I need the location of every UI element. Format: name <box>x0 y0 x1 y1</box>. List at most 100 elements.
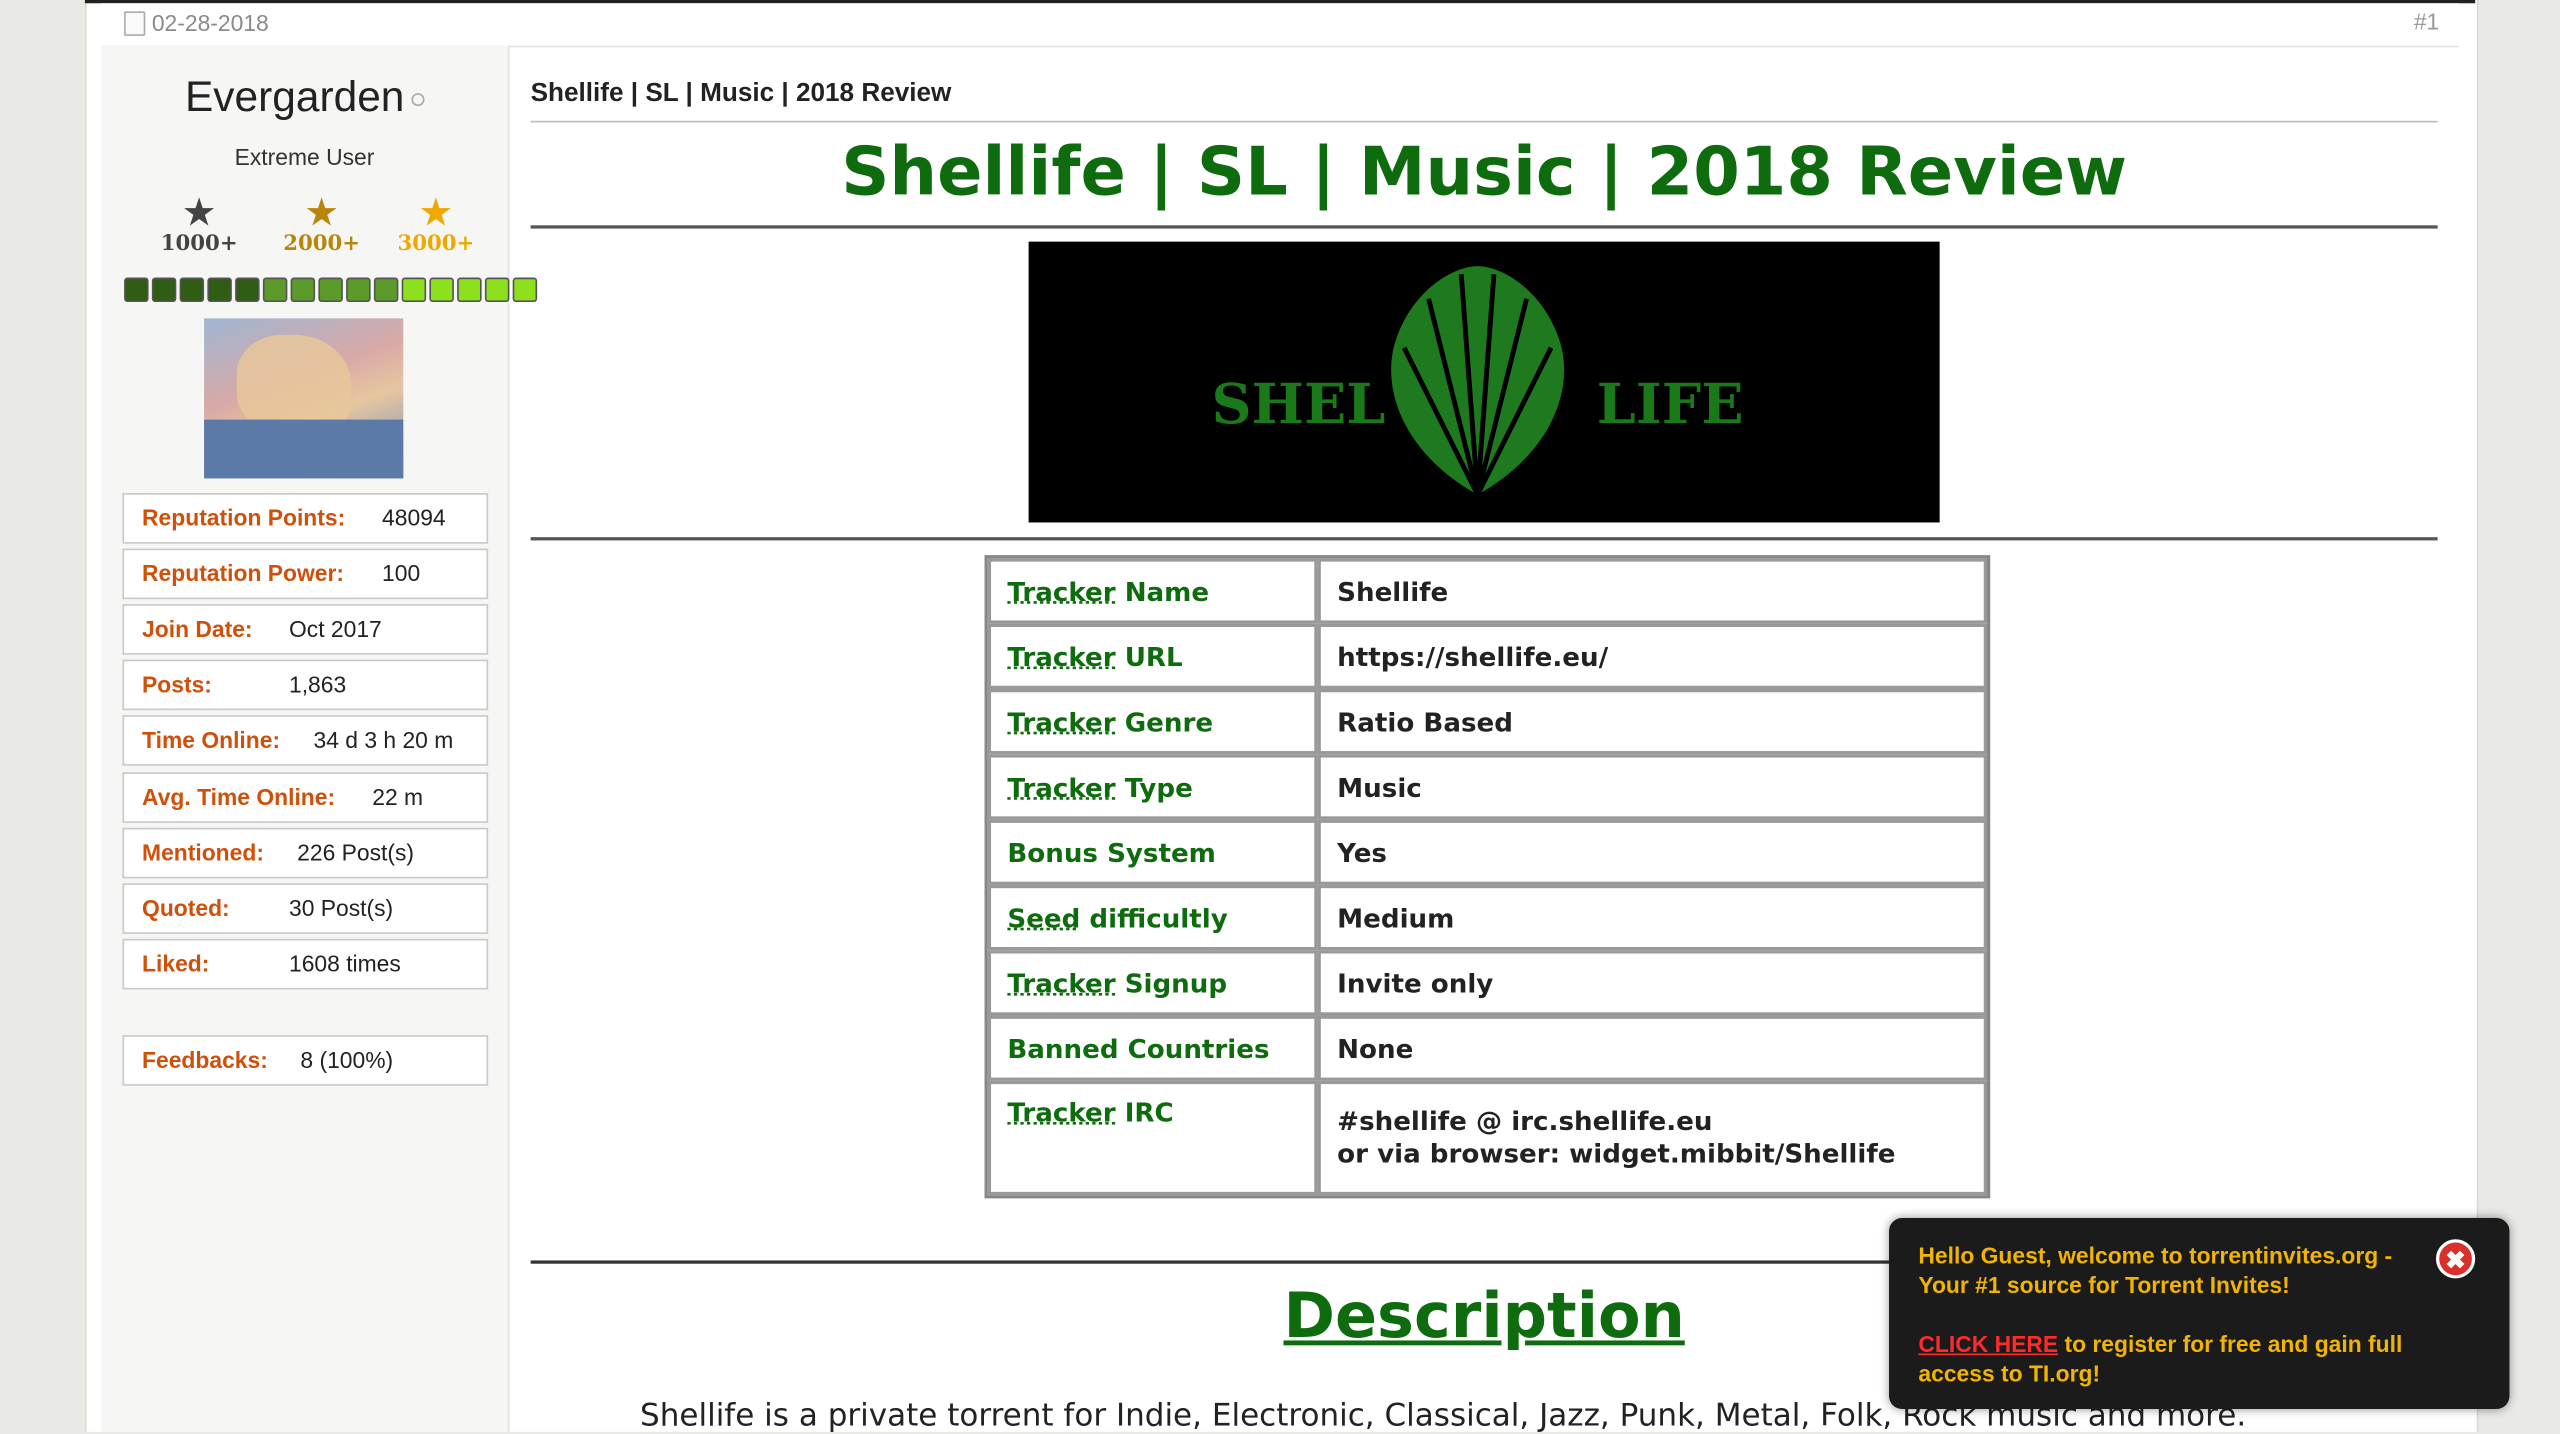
avatar-arm <box>204 419 404 479</box>
stat-key: Join Date: <box>142 615 253 642</box>
username-text[interactable]: Evergarden <box>185 72 404 121</box>
post-date-text: 02-28-2018 <box>151 9 269 36</box>
reputation-segment <box>373 277 399 303</box>
stat-avg-time-online: Avg. Time Online: 22 m <box>122 772 489 823</box>
row-key: Tracker IRC <box>987 1080 1318 1196</box>
table-row: Banned Countries None <box>987 1015 1987 1081</box>
reputation-segment <box>512 277 538 303</box>
row-key: Tracker Type <box>987 754 1318 820</box>
row-key: Tracker Signup <box>987 950 1318 1016</box>
reputation-segment <box>235 277 260 303</box>
tracker-keyword-link[interactable]: Tracker <box>1007 576 1115 607</box>
stat-quoted: Quoted: 30 Post(s) <box>122 883 489 934</box>
irc-browser: or via browser: widget.mibbit/Shellife <box>1337 1137 1896 1170</box>
seed-keyword-link[interactable]: Seed <box>1007 902 1080 933</box>
row-key-text: IRC <box>1115 1097 1174 1129</box>
row-value: Shellife <box>1317 558 1987 624</box>
row-key-text: Genre <box>1115 706 1214 738</box>
stat-value: Oct 2017 <box>288 615 382 642</box>
stat-value: 100 <box>382 560 421 587</box>
table-row: Seed difficultly Medium <box>987 884 1987 951</box>
row-key-text: Signup <box>1115 967 1228 999</box>
tracker-keyword-link[interactable]: Tracker <box>1007 771 1115 802</box>
click-here-link[interactable]: CLICK HERE <box>1918 1331 2058 1357</box>
reputation-segment <box>124 277 149 303</box>
stat-value[interactable]: 30 Post(s) <box>289 885 393 932</box>
stat-key: Liked: <box>142 950 210 977</box>
table-row: Tracker Name Shellife <box>987 558 1987 624</box>
reputation-segment <box>262 277 288 303</box>
row-key: Banned Countries <box>987 1015 1318 1081</box>
user-info-panel: Evergarden Extreme User ★ 1000+ ★ 2000+ … <box>101 45 538 1432</box>
irc-channel: #shellife @ irc.shellife.eu <box>1337 1105 1713 1137</box>
tracker-keyword-link[interactable]: Tracker <box>1007 706 1115 737</box>
tracker-keyword-link[interactable]: Tracker <box>1007 641 1115 672</box>
avatar-hair <box>236 334 352 433</box>
stat-value: 22 m <box>372 783 424 810</box>
row-value: https://shellife.eu/ <box>1317 623 1987 689</box>
stat-key: Feedbacks: <box>142 1046 268 1073</box>
row-key: Tracker URL <box>987 623 1318 689</box>
stat-feedbacks[interactable]: Feedbacks: 8 (100%) <box>122 1035 489 1086</box>
award-label: 3000+ <box>397 231 475 257</box>
stat-reputation-power: Reputation Power: 100 <box>122 548 489 600</box>
shell-icon <box>1391 266 1565 496</box>
stat-value: 1608 times <box>288 950 401 977</box>
post-header-bar: 02-28-2018 #1 <box>101 3 2459 48</box>
row-key-text: Type <box>1115 771 1193 803</box>
stat-key: Time Online: <box>142 726 281 753</box>
stat-key: Reputation Power: <box>142 560 344 587</box>
tracker-keyword-link[interactable]: Tracker <box>1007 967 1115 998</box>
reputation-segment <box>179 277 205 303</box>
shellife-logo-banner: SHEL LIFE <box>1028 241 1940 523</box>
reputation-segment <box>401 277 427 303</box>
stat-time-online: Time Online: 34 d 3 h 20 m <box>122 715 489 766</box>
popup-register-text: CLICK HERE to register for free and gain… <box>1918 1329 2473 1388</box>
stat-key: Posts: <box>142 671 212 698</box>
stat-value: 1,863 <box>288 671 347 698</box>
star-icon: ★ <box>418 191 454 236</box>
award-label: 2000+ <box>283 231 361 257</box>
divider <box>530 537 2438 541</box>
award-badges: ★ 1000+ ★ 2000+ ★ 3000+ <box>150 191 493 258</box>
post-date: 02-28-2018 <box>124 10 269 36</box>
reputation-segment <box>290 277 316 303</box>
divider <box>530 225 2438 229</box>
table-row: Tracker Type Music <box>987 754 1987 820</box>
divider <box>530 120 2438 123</box>
stat-key: Reputation Points: <box>142 504 346 531</box>
award-3000: ★ 3000+ <box>387 191 485 257</box>
reputation-segment <box>457 277 482 303</box>
stat-value: 48094 <box>382 504 446 531</box>
row-value: Yes <box>1317 819 1987 885</box>
guest-welcome-popup: Hello Guest, welcome to torrentinvites.o… <box>1889 1217 2510 1410</box>
stat-mentioned: Mentioned: 226 Post(s) <box>122 827 489 879</box>
row-key-text: URL <box>1115 640 1183 672</box>
reputation-segment <box>207 277 232 303</box>
row-value: Medium <box>1317 884 1987 951</box>
post-number-link[interactable]: #1 <box>2414 8 2439 34</box>
row-value: Invite only <box>1317 950 1987 1016</box>
award-1000: ★ 1000+ <box>150 192 248 257</box>
close-icon[interactable]: ✖ <box>2435 1239 2476 1279</box>
row-key: Tracker Genre <box>987 688 1318 755</box>
reputation-segment <box>346 277 371 303</box>
stat-value[interactable]: 226 Post(s) <box>297 829 414 876</box>
row-key: Bonus System <box>987 819 1318 885</box>
stat-value: 8 (100%) <box>300 1046 394 1073</box>
row-value: Ratio Based <box>1317 688 1987 755</box>
offline-status-icon <box>410 93 425 107</box>
row-key-text: Name <box>1115 575 1210 607</box>
user-avatar[interactable] <box>204 318 404 479</box>
award-label: 1000+ <box>160 231 238 257</box>
row-value: Music <box>1317 754 1987 820</box>
banner-text-right: LIFE <box>1596 372 1744 438</box>
tracker-keyword-link[interactable]: Tracker <box>1007 1097 1115 1128</box>
reputation-segment <box>318 277 343 303</box>
stat-value: 34 d 3 h 20 m <box>313 726 454 753</box>
review-title: Shellife | SL | Music | 2018 Review <box>841 132 2128 211</box>
star-icon: ★ <box>304 191 340 236</box>
table-row: Tracker Signup Invite only <box>987 950 1987 1016</box>
table-row: Tracker Genre Ratio Based <box>987 688 1987 755</box>
username[interactable]: Evergarden <box>101 72 508 123</box>
